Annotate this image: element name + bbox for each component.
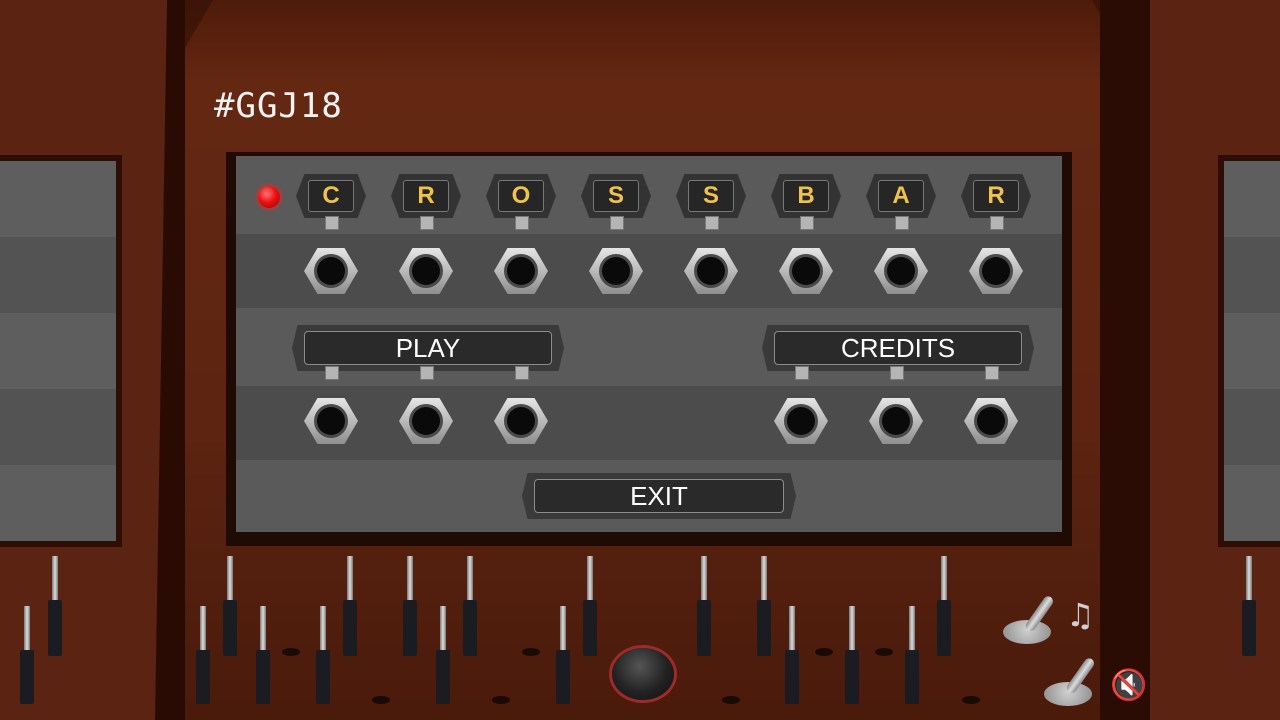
jam-hashtag: #GGJ18 bbox=[214, 86, 343, 126]
power-led bbox=[258, 186, 280, 208]
patch-plug[interactable] bbox=[1242, 556, 1256, 656]
exit-button[interactable]: EXIT bbox=[522, 473, 796, 519]
title-letter: S bbox=[676, 174, 746, 218]
patch-plug[interactable] bbox=[905, 606, 919, 704]
socket-hole[interactable] bbox=[962, 696, 980, 704]
mesh-orb bbox=[612, 648, 674, 700]
speaker-mute-icon: 🔇 bbox=[1110, 668, 1148, 703]
exit-label: EXIT bbox=[534, 479, 784, 513]
title-letter: C bbox=[296, 174, 366, 218]
patch-plug[interactable] bbox=[583, 556, 597, 656]
patch-plug[interactable] bbox=[256, 606, 270, 704]
patch-plug[interactable] bbox=[343, 556, 357, 656]
socket-hole[interactable] bbox=[522, 648, 540, 656]
connector bbox=[890, 366, 904, 380]
connector bbox=[990, 216, 1004, 230]
title-letter: S bbox=[581, 174, 651, 218]
socket-hole[interactable] bbox=[372, 696, 390, 704]
patch-plug[interactable] bbox=[556, 606, 570, 704]
patch-plug[interactable] bbox=[223, 556, 237, 656]
music-note-icon: ♫ bbox=[1066, 596, 1095, 634]
connector bbox=[325, 216, 339, 230]
left-side-screen bbox=[0, 155, 122, 547]
title-letter: R bbox=[391, 174, 461, 218]
patch-plug[interactable] bbox=[845, 606, 859, 704]
connector bbox=[515, 366, 529, 380]
connector bbox=[610, 216, 624, 230]
sound-toggle[interactable] bbox=[1044, 656, 1097, 706]
title-letter: R bbox=[961, 174, 1031, 218]
right-side-screen bbox=[1218, 155, 1280, 547]
patch-plug[interactable] bbox=[697, 556, 711, 656]
credits-button[interactable]: CREDITS bbox=[762, 325, 1034, 371]
connector bbox=[515, 216, 529, 230]
socket-hole[interactable] bbox=[875, 648, 893, 656]
title-letter: A bbox=[866, 174, 936, 218]
patch-plug[interactable] bbox=[937, 556, 951, 656]
connector bbox=[420, 216, 434, 230]
music-toggle[interactable] bbox=[1003, 594, 1056, 644]
patch-plug[interactable] bbox=[463, 556, 477, 656]
patch-plug[interactable] bbox=[436, 606, 450, 704]
patch-plug[interactable] bbox=[785, 606, 799, 704]
connector bbox=[800, 216, 814, 230]
patch-plug[interactable] bbox=[20, 606, 34, 704]
play-label: PLAY bbox=[304, 331, 552, 365]
patch-plug[interactable] bbox=[48, 556, 62, 656]
connector bbox=[705, 216, 719, 230]
socket-hole[interactable] bbox=[492, 696, 510, 704]
title-letter: B bbox=[771, 174, 841, 218]
patch-plug[interactable] bbox=[316, 606, 330, 704]
connector bbox=[420, 366, 434, 380]
patch-plug[interactable] bbox=[196, 606, 210, 704]
connector bbox=[895, 216, 909, 230]
socket-hole[interactable] bbox=[722, 696, 740, 704]
socket-hole[interactable] bbox=[282, 648, 300, 656]
play-button[interactable]: PLAY bbox=[292, 325, 564, 371]
connector bbox=[325, 366, 339, 380]
connector bbox=[795, 366, 809, 380]
credits-label: CREDITS bbox=[774, 331, 1022, 365]
socket-hole[interactable] bbox=[815, 648, 833, 656]
patch-plug[interactable] bbox=[757, 556, 771, 656]
patch-plug[interactable] bbox=[403, 556, 417, 656]
connector bbox=[985, 366, 999, 380]
cabinet-edge-right bbox=[1100, 0, 1150, 720]
title-letter: O bbox=[486, 174, 556, 218]
